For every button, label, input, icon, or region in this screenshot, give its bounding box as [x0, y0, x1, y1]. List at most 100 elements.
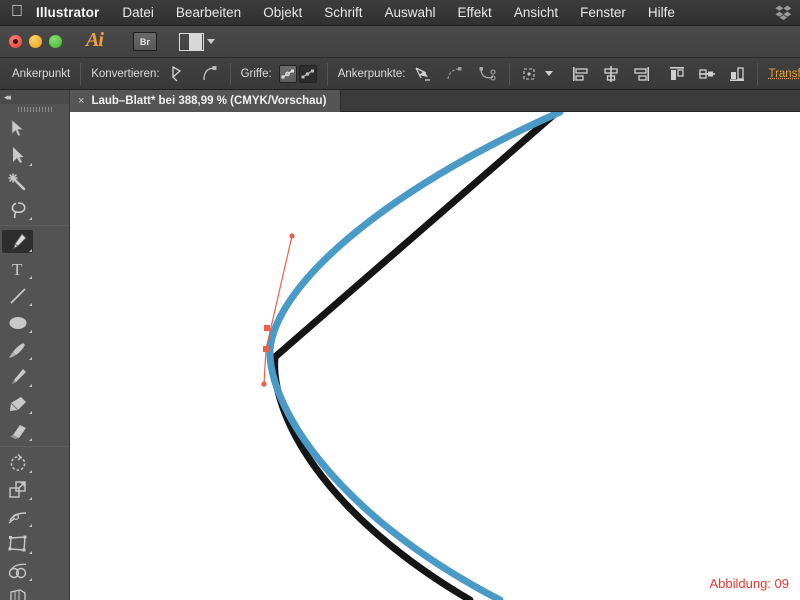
- illustrator-logo: Ai: [86, 29, 104, 51]
- tools-panel: ◂◂ T: [0, 90, 70, 600]
- tool-flyout-indicator: [29, 163, 32, 166]
- tool-flyout-indicator: [29, 357, 32, 360]
- minimize-window-button[interactable]: [29, 35, 42, 48]
- chevron-down-icon[interactable]: [545, 71, 554, 76]
- free-transform-tool[interactable]: [0, 530, 35, 557]
- apple-icon[interactable]: : [0, 3, 34, 22]
- anchors-label: Ankerpunkte:: [337, 67, 406, 80]
- menu-item-auswahl[interactable]: Auswahl: [374, 5, 447, 20]
- eraser-tool[interactable]: [0, 417, 35, 444]
- menu-item-schrift[interactable]: Schrift: [313, 5, 373, 20]
- align-center-v-icon[interactable]: [697, 65, 717, 83]
- shape-builder-tool[interactable]: [0, 557, 35, 584]
- connect-path-icon[interactable]: [445, 65, 465, 83]
- arrange-documents-icon: [178, 32, 204, 51]
- document-tab-bar: × Laub–Blatt* bei 388,99 % (CMYK/Vorscha…: [70, 90, 800, 112]
- tool-flyout-indicator: [29, 384, 32, 387]
- tool-flyout-indicator: [29, 497, 32, 500]
- artwork: [261, 112, 564, 600]
- blue-path-lower: [266, 346, 504, 600]
- transform-link[interactable]: Transformiere: [768, 68, 800, 80]
- menubar-app-name[interactable]: Illustrator: [34, 5, 111, 20]
- macos-menu-bar:  Illustrator Datei Bearbeiten Objekt Sc…: [0, 0, 800, 26]
- menu-item-bearbeiten[interactable]: Bearbeiten: [165, 5, 252, 20]
- menu-item-ansicht[interactable]: Ansicht: [503, 5, 569, 20]
- align-bottom-icon[interactable]: [727, 65, 747, 83]
- handles-label: Griffe:: [240, 67, 272, 80]
- lasso-tool[interactable]: [0, 196, 35, 223]
- separator: [326, 62, 328, 85]
- blob-brush-tool[interactable]: [0, 390, 35, 417]
- arrange-documents-button[interactable]: [178, 32, 215, 51]
- remove-anchor-icon[interactable]: [413, 65, 433, 83]
- tool-flyout-indicator: [29, 330, 32, 333]
- document-tab-title: Laub–Blatt* bei 388,99 % (CMYK/Vorschau): [91, 95, 327, 107]
- direct-selection-tool[interactable]: [0, 142, 35, 169]
- illustrator-window:  Illustrator Datei Bearbeiten Objekt Sc…: [0, 0, 800, 600]
- separator: [229, 62, 231, 85]
- tool-group-separator: [0, 446, 69, 447]
- control-options-bar: Ankerpunkt Konvertieren: Griffe: Ankerpu…: [0, 58, 800, 90]
- menu-item-hilfe[interactable]: Hilfe: [637, 5, 686, 20]
- convert-label: Konvertieren:: [91, 67, 160, 80]
- tool-flyout-indicator: [29, 411, 32, 414]
- menu-item-objekt[interactable]: Objekt: [252, 5, 313, 20]
- anchor-point-selected[interactable]: [263, 346, 269, 352]
- menu-item-datei[interactable]: Datei: [111, 5, 165, 20]
- menu-item-effekt[interactable]: Effekt: [447, 5, 503, 20]
- tool-flyout-indicator: [29, 470, 32, 473]
- align-to-selection-icon[interactable]: [520, 65, 542, 83]
- application-bar: Ai Br: [0, 26, 800, 58]
- bridge-button[interactable]: Br: [132, 32, 157, 51]
- context-label-ankerpunkt: Ankerpunkt: [12, 67, 71, 80]
- handle-line-lower: [263, 348, 267, 385]
- type-tool[interactable]: T: [0, 255, 35, 282]
- zoom-window-button[interactable]: [49, 35, 62, 48]
- cut-path-icon[interactable]: [477, 65, 499, 83]
- align-left-icon[interactable]: [571, 65, 591, 83]
- tool-flyout-indicator: [29, 276, 32, 279]
- handle-point-lower[interactable]: [261, 381, 267, 387]
- chevron-down-icon: [206, 39, 215, 44]
- tool-flyout-indicator: [29, 303, 32, 306]
- tools-panel-header[interactable]: ◂◂: [0, 90, 69, 104]
- close-icon[interactable]: ×: [78, 95, 84, 107]
- width-tool[interactable]: [0, 503, 35, 530]
- align-right-icon[interactable]: [631, 65, 651, 83]
- separator: [509, 62, 511, 85]
- align-top-icon[interactable]: [667, 65, 687, 83]
- figure-caption: Abbildung: 09: [709, 576, 789, 591]
- svg-text:T: T: [12, 260, 23, 279]
- handle-point-upper[interactable]: [289, 233, 295, 239]
- document-tab[interactable]: × Laub–Blatt* bei 388,99 % (CMYK/Vorscha…: [70, 90, 342, 112]
- tool-flyout-indicator: [29, 524, 32, 527]
- scale-tool[interactable]: [0, 476, 35, 503]
- handle-line-upper: [265, 235, 293, 350]
- collapse-panel-icon[interactable]: ◂◂: [4, 92, 11, 103]
- ellipse-tool[interactable]: [0, 309, 35, 336]
- magic-wand-tool[interactable]: [0, 169, 35, 196]
- pencil-tool[interactable]: [0, 363, 35, 390]
- dropbox-icon[interactable]: [775, 5, 792, 20]
- menubar-tray: [775, 5, 800, 20]
- close-window-button[interactable]: [9, 35, 22, 48]
- hide-handles-icon[interactable]: [298, 64, 317, 83]
- paintbrush-tool[interactable]: [0, 336, 35, 363]
- pen-tool[interactable]: [0, 228, 35, 255]
- separator: [80, 62, 82, 85]
- tool-flyout-indicator: [29, 578, 32, 581]
- line-segment-tool[interactable]: [0, 282, 35, 309]
- convert-to-corner-icon[interactable]: [168, 65, 188, 83]
- tool-flyout-indicator: [29, 551, 32, 554]
- rotate-tool[interactable]: [0, 449, 35, 476]
- perspective-grid-tool[interactable]: [0, 584, 35, 600]
- document-canvas[interactable]: Abbildung: 09: [70, 112, 800, 600]
- align-center-h-icon[interactable]: [601, 65, 621, 83]
- tool-group-separator: [0, 225, 69, 226]
- selection-tool[interactable]: [0, 115, 35, 142]
- menu-item-fenster[interactable]: Fenster: [569, 5, 637, 20]
- show-handles-icon[interactable]: [278, 64, 297, 83]
- anchor-point-smooth[interactable]: [264, 325, 270, 331]
- tools-panel-grip[interactable]: [0, 104, 69, 115]
- convert-to-smooth-icon[interactable]: [200, 65, 220, 83]
